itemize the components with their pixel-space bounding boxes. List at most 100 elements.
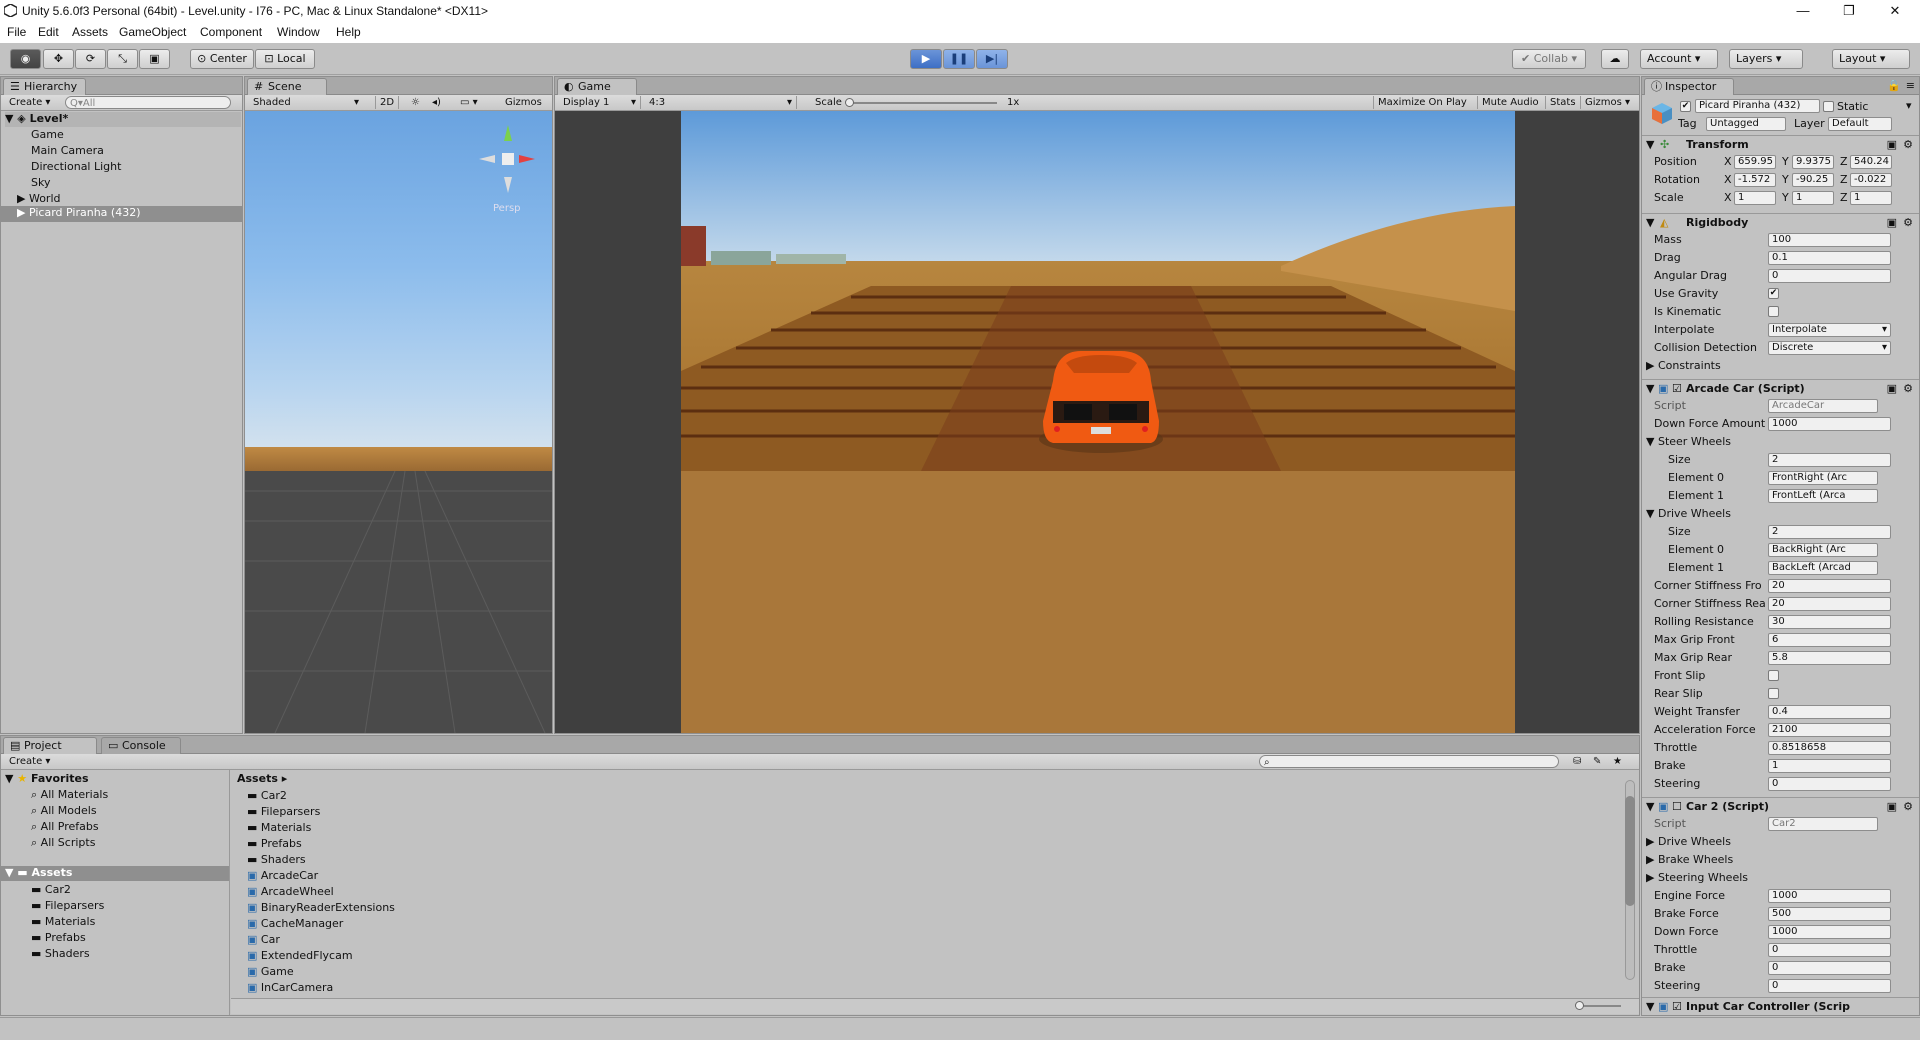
pause-button[interactable]: ❚❚ [943, 49, 975, 69]
active-checkbox[interactable]: ✔ [1680, 101, 1691, 112]
throttle-field[interactable]: 0.8518658 [1768, 741, 1891, 755]
engine-force-field[interactable]: 1000 [1768, 889, 1891, 903]
layers-dropdown[interactable]: Layers ▾ [1729, 49, 1803, 69]
asset-tree-folder[interactable]: ▬ Shaders [31, 947, 90, 960]
asset-script[interactable]: ▣ CacheManager [247, 917, 343, 930]
aspect-dropdown[interactable]: 4:3 ▾ [645, 96, 797, 109]
drive-size-field[interactable]: 2 [1768, 525, 1891, 539]
assets-breadcrumb[interactable]: Assets ▸ [237, 772, 287, 785]
mute-audio-toggle[interactable]: Mute Audio [1477, 96, 1543, 109]
hierarchy-item[interactable]: Directional Light [31, 160, 121, 173]
filter-label-icon[interactable]: ✎ [1589, 755, 1605, 768]
favorite-item[interactable]: ⌕ All Materials [31, 788, 108, 802]
brake-force-field[interactable]: 500 [1768, 907, 1891, 921]
weight-transfer-field[interactable]: 0.4 [1768, 705, 1891, 719]
is-kinematic-checkbox[interactable] [1768, 306, 1779, 317]
component-enabled-icon[interactable]: ☑ [1672, 382, 1682, 395]
icon-size-slider-thumb[interactable] [1575, 1001, 1584, 1010]
acceleration-force-field[interactable]: 2100 [1768, 723, 1891, 737]
play-button[interactable]: ▶ [910, 49, 942, 69]
favorite-item[interactable]: ⌕ All Models [31, 804, 97, 818]
hierarchy-create-dropdown[interactable]: Create ▾ [5, 96, 54, 109]
static-checkbox[interactable] [1823, 101, 1834, 112]
corner-stiffness-front-field[interactable]: 20 [1768, 579, 1891, 593]
menu-component[interactable]: Component [200, 25, 262, 39]
rolling-resistance-field[interactable]: 30 [1768, 615, 1891, 629]
scene-orientation-gizmo[interactable] [473, 119, 543, 199]
drive-element1-field[interactable]: BackLeft (Arcad [1768, 561, 1878, 575]
hierarchy-item-selected[interactable]: ▶ Picard Piranha (432) [1, 206, 242, 222]
hierarchy-item[interactable]: Game [31, 128, 64, 141]
project-search-input[interactable]: ⌕ [1259, 755, 1559, 768]
menu-gameobject[interactable]: GameObject [119, 25, 186, 39]
lock-icon[interactable]: 🔒 [1887, 79, 1901, 92]
car2-steering-field[interactable]: 0 [1768, 979, 1891, 993]
favorite-item[interactable]: ⌕ All Prefabs [31, 820, 99, 834]
steer-size-field[interactable]: 2 [1768, 453, 1891, 467]
component-disabled-icon[interactable]: ☐ [1672, 800, 1682, 813]
menu-file[interactable]: File [7, 25, 26, 39]
constraints-foldout[interactable]: ▶ Constraints [1646, 359, 1721, 372]
asset-folder[interactable]: ▬ Car2 [247, 789, 287, 802]
max-grip-front-field[interactable]: 6 [1768, 633, 1891, 647]
rotation-x-field[interactable]: -1.572 [1734, 173, 1776, 187]
front-slip-checkbox[interactable] [1768, 670, 1779, 681]
effects-dropdown[interactable]: ▭ ▾ [456, 96, 482, 109]
help-icon[interactable]: ▣ [1887, 382, 1897, 395]
use-gravity-checkbox[interactable]: ✔ [1768, 288, 1779, 299]
drive-element0-field[interactable]: BackRight (Arc [1768, 543, 1878, 557]
scale-slider-thumb[interactable] [845, 98, 854, 107]
arcade-car-header[interactable]: ▼ ▣ ☑ Arcade Car (Script) ▣ ⚙ [1642, 379, 1919, 397]
account-dropdown[interactable]: Account ▾ [1640, 49, 1718, 69]
car2-throttle-field[interactable]: 0 [1768, 943, 1891, 957]
asset-script[interactable]: ▣ Game [247, 965, 294, 978]
asset-folder[interactable]: ▬ Prefabs [247, 837, 302, 850]
steering-field[interactable]: 0 [1768, 777, 1891, 791]
asset-script[interactable]: ▣ ExtendedFlycam [247, 949, 353, 962]
scene-root[interactable]: ▼ ◈ Level* [5, 112, 241, 127]
maximize-button[interactable]: ❐ [1826, 0, 1872, 22]
filter-type-icon[interactable]: ⛁ [1569, 755, 1585, 768]
tag-dropdown[interactable]: Untagged [1706, 117, 1786, 131]
hand-tool-button[interactable]: ◉ [10, 49, 41, 69]
close-button[interactable]: ✕ [1872, 0, 1918, 22]
minimize-button[interactable]: — [1780, 0, 1826, 22]
scale-slider-track[interactable] [847, 102, 997, 104]
down-force-field[interactable]: 1000 [1768, 925, 1891, 939]
steer-element0-field[interactable]: FrontRight (Arc [1768, 471, 1878, 485]
favorite-item[interactable]: ⌕ All Scripts [31, 836, 95, 850]
asset-script[interactable]: ▣ BinaryReaderExtensions [247, 901, 395, 914]
shading-mode-dropdown[interactable]: Shaded ▾ [249, 96, 361, 109]
pivot-center-button[interactable]: ⊙ Center [190, 49, 254, 69]
car2-brake-field[interactable]: 0 [1768, 961, 1891, 975]
asset-script[interactable]: ▣ Car [247, 933, 280, 946]
panel-menu-icon[interactable]: ≡ [1906, 79, 1915, 92]
help-icon[interactable]: ▣ [1887, 138, 1897, 151]
help-icon[interactable]: ▣ [1887, 216, 1897, 229]
scale-tool-button[interactable]: ⤡ [107, 49, 138, 69]
asset-script[interactable]: ▣ ArcadeWheel [247, 885, 334, 898]
hierarchy-search-input[interactable]: Q▾All [65, 96, 231, 109]
asset-tree-folder[interactable]: ▬ Fileparsers [31, 899, 104, 912]
scale-y-field[interactable]: 1 [1792, 191, 1834, 205]
tab-game[interactable]: ◐ Game [557, 78, 637, 95]
down-force-amount-field[interactable]: 1000 [1768, 417, 1891, 431]
display-dropdown[interactable]: Display 1 ▾ [559, 96, 641, 109]
collab-dropdown[interactable]: ✔ Collab ▾ [1512, 49, 1586, 69]
interpolate-dropdown[interactable]: Interpolate ▾ [1768, 323, 1891, 337]
steer-wheels-foldout[interactable]: ▼ Steer Wheels [1646, 435, 1731, 448]
rotation-z-field[interactable]: -0.022 [1850, 173, 1892, 187]
tab-scene[interactable]: # Scene [247, 78, 327, 95]
rigidbody-header[interactable]: ▼ ◭ Rigidbody ▣ ⚙ [1642, 213, 1919, 231]
settings-gear-icon[interactable]: ⚙ [1903, 800, 1913, 813]
tab-console[interactable]: ▭ Console [101, 737, 181, 754]
static-dropdown-arrow[interactable]: ▾ [1906, 99, 1912, 112]
asset-list-scroll-thumb[interactable] [1625, 796, 1635, 906]
hierarchy-item[interactable]: ▶ World [17, 192, 61, 205]
car2-steering-wheels-foldout[interactable]: ▶ Steering Wheels [1646, 871, 1748, 884]
settings-gear-icon[interactable]: ⚙ [1903, 382, 1913, 395]
audio-toggle[interactable]: ◂) [428, 96, 445, 109]
car2-drive-wheels-foldout[interactable]: ▶ Drive Wheels [1646, 835, 1731, 848]
maximize-on-play-toggle[interactable]: Maximize On Play [1373, 96, 1471, 109]
step-button[interactable]: ▶| [976, 49, 1008, 69]
